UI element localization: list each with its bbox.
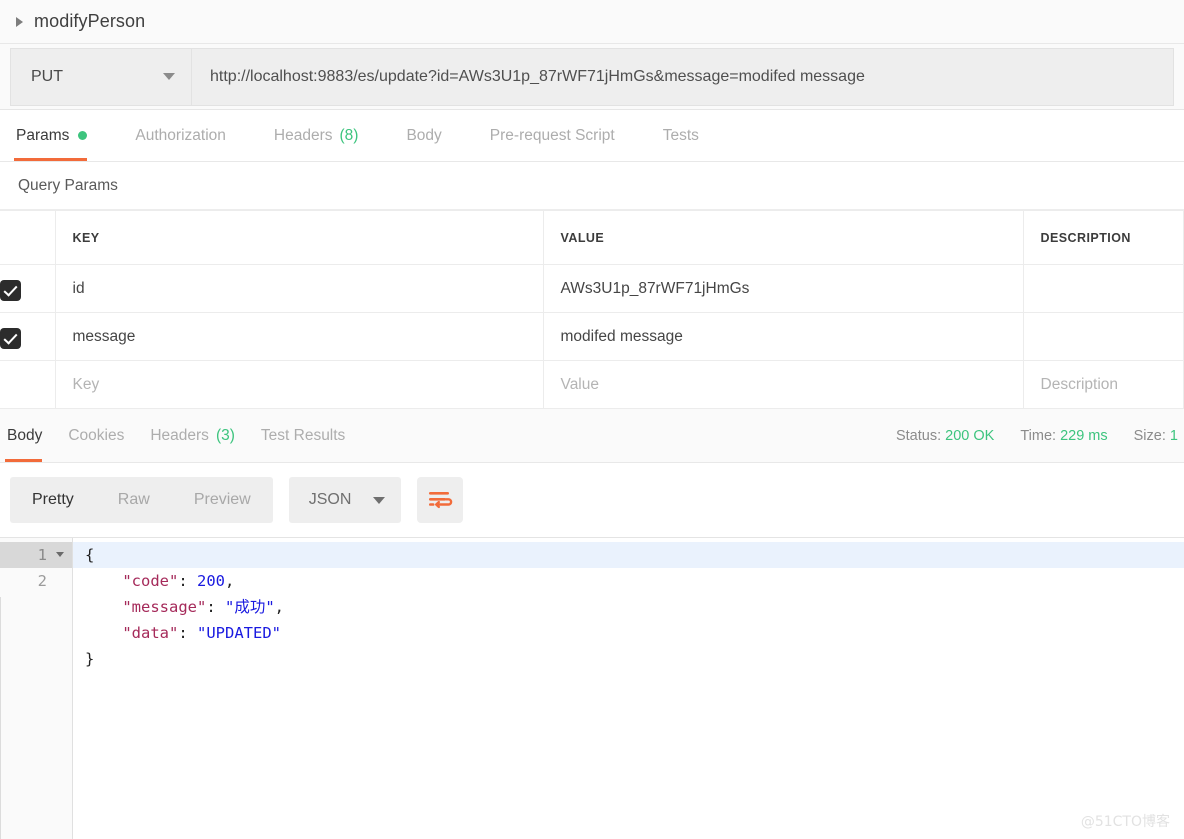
row-checkbox-cell[interactable] xyxy=(0,312,56,361)
request-name: modifyPerson xyxy=(34,11,146,31)
http-method-value: PUT xyxy=(31,67,63,85)
checkbox-checked-icon[interactable] xyxy=(0,280,21,301)
tab-headers-count: (8) xyxy=(339,126,359,144)
watermark: @51CTO博客 xyxy=(1080,814,1170,830)
fold-triangle-icon[interactable] xyxy=(56,552,64,557)
row-description-input[interactable] xyxy=(1023,312,1184,361)
header-value: VALUE xyxy=(543,210,1024,265)
code-line: "code": 200, xyxy=(85,572,235,590)
tab-pre-request-script-label: Pre-request Script xyxy=(489,126,615,144)
disclosure-triangle-icon[interactable] xyxy=(16,16,23,27)
time-value: 229 ms xyxy=(1060,427,1108,444)
response-viewer-toolbar: Pretty Raw Preview JSON xyxy=(0,463,1184,537)
header-checkbox-cell xyxy=(0,210,56,265)
params-modified-dot-icon xyxy=(78,131,88,140)
request-name-bar: modifyPerson xyxy=(0,0,1184,44)
tab-headers[interactable]: Headers (8) xyxy=(274,110,381,161)
response-tab-test-results-label: Test Results xyxy=(260,426,346,444)
status-label: Status: xyxy=(895,427,942,444)
row-value-input[interactable]: AWs3U1p_87rWF71jHmGs xyxy=(543,264,1024,313)
new-description-input[interactable]: Description xyxy=(1023,360,1184,409)
line-number-text: 1 xyxy=(37,546,47,564)
response-tab-headers-count: (3) xyxy=(215,426,235,444)
query-params-label: Query Params xyxy=(0,162,1184,210)
response-body-editor[interactable]: 1 2 3 4 5 { "code": 200, "message": "成功"… xyxy=(0,537,1184,775)
tab-tests-label: Tests xyxy=(662,126,699,144)
row-checkbox-cell[interactable] xyxy=(0,264,56,313)
response-tab-test-results[interactable]: Test Results xyxy=(261,409,359,462)
tab-params[interactable]: Params xyxy=(13,110,109,161)
request-tabs: Params Authorization Headers (8) Body Pr… xyxy=(0,110,1184,162)
response-tabs-bar: Body Cookies Headers (3) Test Results St… xyxy=(0,409,1184,463)
tab-authorization[interactable]: Authorization xyxy=(135,110,247,161)
new-key-input[interactable]: Key xyxy=(55,360,544,409)
tab-tests[interactable]: Tests xyxy=(663,110,721,161)
tab-body[interactable]: Body xyxy=(406,110,463,161)
checkbox-checked-icon[interactable] xyxy=(0,328,21,349)
tab-body-label: Body xyxy=(406,126,442,144)
response-tab-cookies-label: Cookies xyxy=(68,426,125,444)
table-row-empty: Key Value Description xyxy=(0,360,1184,409)
editor-left-rail xyxy=(0,597,73,839)
chevron-down-icon xyxy=(163,73,175,80)
header-key: KEY xyxy=(55,210,544,265)
status-badge: 200 OK xyxy=(945,427,995,444)
response-tab-headers[interactable]: Headers (3) xyxy=(150,409,249,462)
response-format-select[interactable]: JSON xyxy=(288,477,402,523)
response-tab-body[interactable]: Body xyxy=(4,409,56,462)
query-params-table: KEY VALUE DESCRIPTION id AWs3U1p_87rWF71… xyxy=(0,210,1184,409)
code-line: } xyxy=(85,650,95,668)
size-label: Size: xyxy=(1133,427,1166,444)
table-row: message modifed message xyxy=(0,312,1184,361)
response-tab-headers-label: Headers xyxy=(150,426,209,444)
view-mode-raw[interactable]: Raw xyxy=(96,491,172,509)
http-method-select[interactable]: PUT xyxy=(10,47,191,106)
view-mode-preview[interactable]: Preview xyxy=(172,491,273,509)
word-wrap-button[interactable] xyxy=(417,477,464,523)
row-key-input[interactable]: id xyxy=(55,264,544,313)
row-value-input[interactable]: modifed message xyxy=(543,312,1024,361)
editor-empty-space xyxy=(0,775,1184,839)
size-value: 1 xyxy=(1169,427,1178,444)
response-tab-body-label: Body xyxy=(7,426,43,444)
code-line: { xyxy=(73,542,1184,568)
status-group: Status: 200 OK xyxy=(896,428,994,444)
row-key-input[interactable]: message xyxy=(55,312,544,361)
json-code-content[interactable]: { "code": 200, "message": "成功", "data": … xyxy=(73,538,1184,775)
tab-params-label: Params xyxy=(16,126,70,144)
size-group: Size: 1 xyxy=(1134,428,1178,444)
row-description-input[interactable] xyxy=(1023,264,1184,313)
row-checkbox-cell-empty[interactable] xyxy=(0,360,56,409)
chevron-down-icon xyxy=(373,496,386,504)
response-meta: Status: 200 OK Time: 229 ms Size: 1 xyxy=(870,409,1184,462)
tab-headers-label: Headers xyxy=(273,126,333,144)
tab-pre-request-script[interactable]: Pre-request Script xyxy=(490,110,637,161)
url-input[interactable]: http://localhost:9883/es/update?id=AWs3U… xyxy=(191,47,1174,106)
new-value-input[interactable]: Value xyxy=(543,360,1024,409)
view-mode-pretty[interactable]: Pretty xyxy=(10,491,96,509)
tab-authorization-label: Authorization xyxy=(135,126,226,144)
url-bar: PUT http://localhost:9883/es/update?id=A… xyxy=(0,44,1184,110)
word-wrap-icon xyxy=(429,492,453,509)
response-tab-cookies[interactable]: Cookies xyxy=(68,409,138,462)
code-line: "data": "UPDATED" xyxy=(85,624,281,642)
time-label: Time: xyxy=(1020,427,1057,444)
response-format-value: JSON xyxy=(308,491,352,508)
header-description: DESCRIPTION xyxy=(1023,210,1184,265)
postman-request-view: modifyPerson PUT http://localhost:9883/e… xyxy=(0,0,1184,839)
table-header-row: KEY VALUE DESCRIPTION xyxy=(0,210,1184,265)
view-mode-segmented-control: Pretty Raw Preview xyxy=(10,477,273,523)
time-group: Time: 229 ms xyxy=(1020,428,1107,444)
line-number: 1 xyxy=(0,542,72,568)
table-row: id AWs3U1p_87rWF71jHmGs xyxy=(0,264,1184,313)
line-number: 2 xyxy=(37,572,47,590)
code-line: "message": "成功", xyxy=(85,598,285,616)
